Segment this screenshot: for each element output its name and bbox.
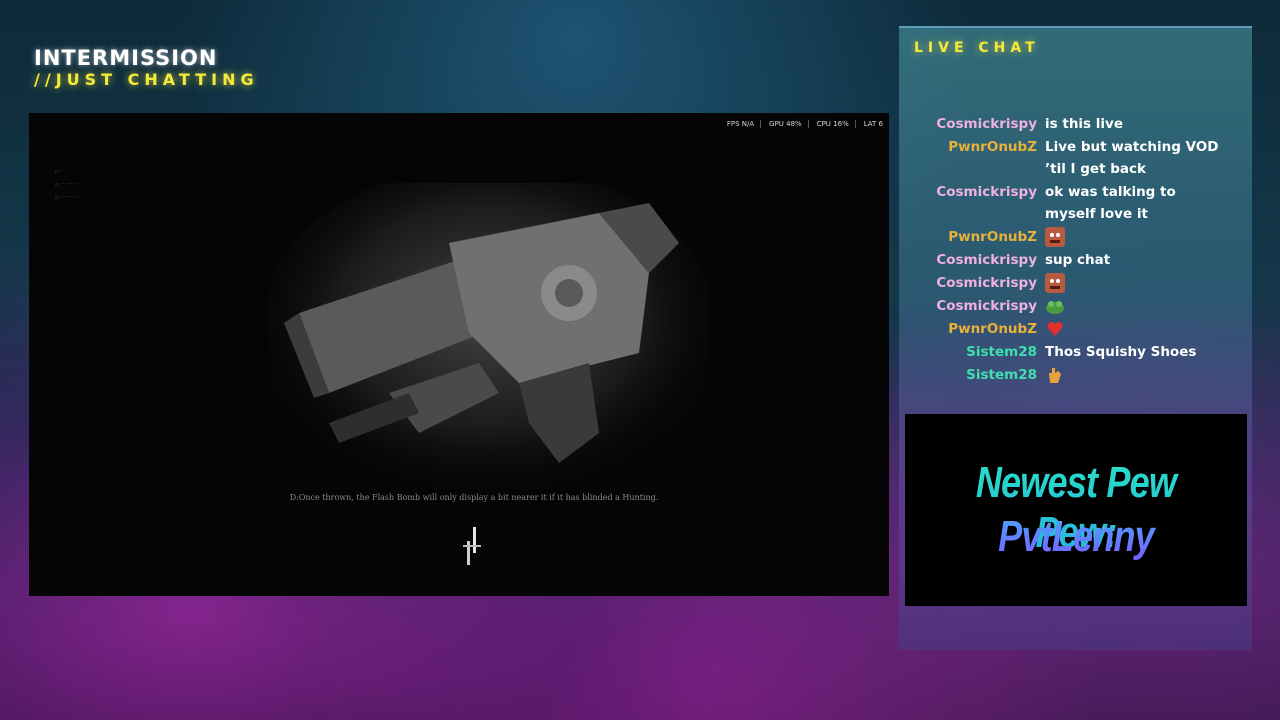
chat-username[interactable]: Cosmickrispy [899,181,1045,203]
chat-text: is this live [1045,113,1220,135]
chat-text: Thos Squishy Shoes [1045,341,1220,363]
game-capture: FPS N/A GPU 48% CPU 16% LAT 6 ▫ · ▫ ·· ·… [29,113,889,596]
stream-title: INTERMISSION //JUST CHATTING [34,46,259,90]
chat-message-list[interactable]: Cosmickrispy is this live PwnrOnubZ Live bu… [899,113,1252,387]
chat-message: Cosmickrispy [899,295,1252,317]
chat-message: Cosmickrispy sup chat [899,249,1252,271]
chat-text-content: sup chat [1045,252,1111,268]
chat-text-content: Thos Squishy Shoes [1045,344,1197,360]
chat-text [1045,295,1220,317]
hud-controls-hint: ▫ · ▫ ·· ····· ▫ ········· [55,165,78,204]
hud-line: ▫ · [55,168,63,175]
chat-header: LIVE CHAT [914,40,1040,56]
chat-username[interactable]: Sistem28 [899,364,1045,386]
chat-username[interactable]: PwnrOnubZ [899,136,1045,158]
chat-text: sup chat [1045,249,1220,271]
flare-gun-image [269,183,709,503]
chat-text [1045,272,1220,294]
chat-username[interactable]: Cosmickrispy [899,249,1045,271]
chat-username[interactable]: Cosmickrispy [899,113,1045,135]
frog-emote-icon [1045,298,1065,314]
chat-text: ok was talking to myself love it [1045,181,1220,225]
hud-line: ▫ ·· ····· [55,181,77,188]
chat-username[interactable]: Sistem28 [899,341,1045,363]
newest-follower-alert: Newest Pew Pew: PvtLenny [905,414,1247,606]
chat-message: Cosmickrispy is this live [899,113,1252,135]
chat-text-content: is this live [1045,116,1124,132]
chat-message: Cosmickrispy [899,272,1252,294]
loading-tip: D:Once thrown, the Flash Bomb will only … [289,493,659,502]
chat-message: PwnrOnubZ Live but watching VOD ’til I ge… [899,136,1252,180]
chat-text [1045,318,1220,340]
crosshair-cursor-icon [463,527,481,565]
latency-readout: LAT 6 [863,120,883,128]
chat-message: PwnrOnubZ [899,226,1252,248]
chat-message: Sistem28 [899,364,1252,386]
face-emote-icon [1045,273,1065,293]
gpu-readout: GPU 48% [769,120,809,128]
chat-message: Cosmickrispy ok was talking to myself lov… [899,181,1252,225]
chat-username[interactable]: Cosmickrispy [899,295,1045,317]
intermission-title: INTERMISSION [34,46,218,70]
face-emote-icon [1045,227,1065,247]
chat-username[interactable]: Cosmickrispy [899,272,1045,294]
category-subtitle: //JUST CHATTING [34,70,259,89]
heart-emote-icon [1045,321,1065,337]
cpu-readout: CPU 16% [817,120,856,128]
chat-text-content: ok was talking to myself love it [1045,184,1176,222]
follower-alert-name: PvtLenny [936,512,1216,562]
chat-message: PwnrOnubZ [899,318,1252,340]
performance-overlay: FPS N/A GPU 48% CPU 16% LAT 6 [727,120,889,128]
chat-text [1045,226,1220,248]
chat-username[interactable]: PwnrOnubZ [899,226,1045,248]
chat-text: Live but watching VOD ’til I get back [1045,136,1220,180]
chat-message: Sistem28 Thos Squishy Shoes [899,341,1252,363]
chat-text-content: Live but watching VOD ’til I get back [1045,139,1219,177]
fps-readout: FPS N/A [727,120,762,128]
chat-username[interactable]: PwnrOnubZ [899,318,1045,340]
hand-emote-icon [1045,367,1065,383]
chat-text [1045,364,1220,386]
hud-line: ▫ ········· [55,194,79,201]
